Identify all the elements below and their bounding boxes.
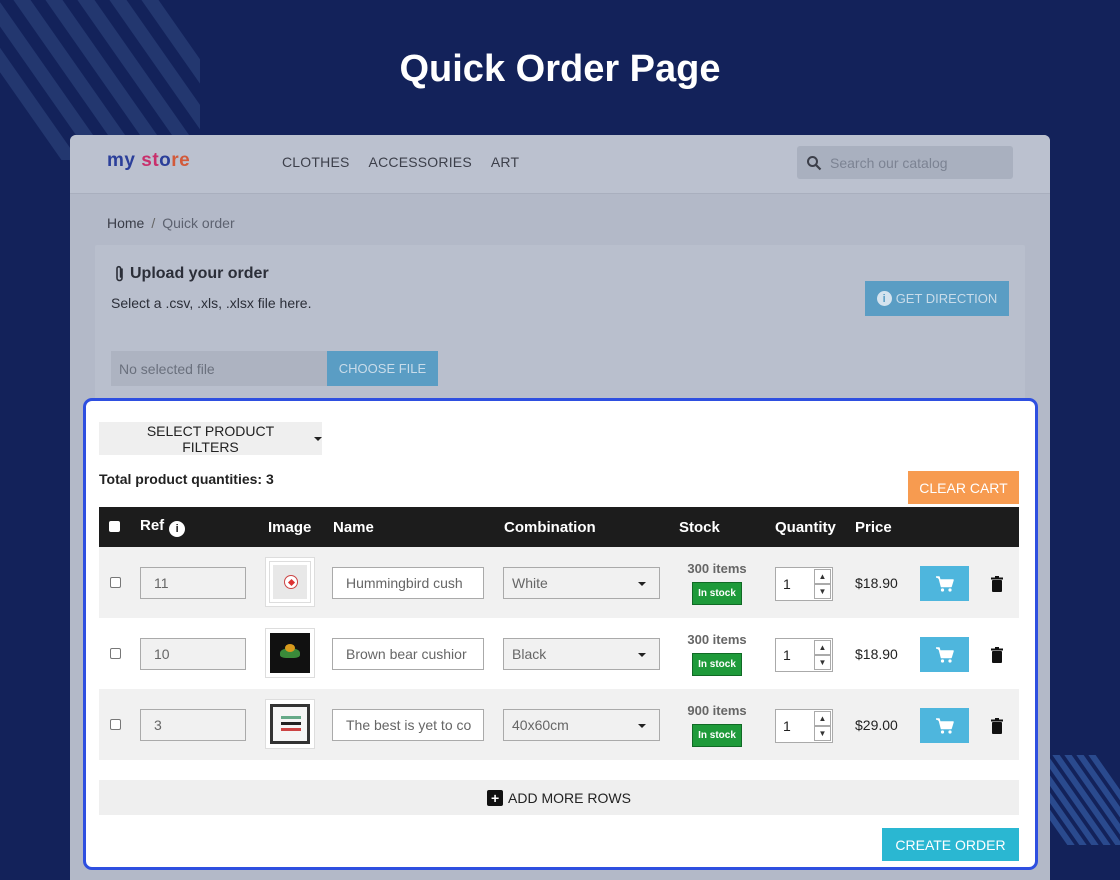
breadcrumb: Home / Quick order <box>107 215 235 231</box>
ref-input[interactable] <box>140 709 246 741</box>
total-quantities: Total product quantities: 3 <box>99 471 274 487</box>
product-name-input[interactable]: Hummingbird cush <box>332 567 484 599</box>
in-stock-badge: In stock <box>692 724 742 747</box>
product-image <box>265 628 315 678</box>
product-image <box>265 699 315 749</box>
table-row: The best is yet to co 40x60cm 900 items … <box>99 689 1019 760</box>
search-icon[interactable] <box>806 155 822 171</box>
caret-down-icon <box>638 724 646 728</box>
increment-icon[interactable]: ▲ <box>814 640 831 655</box>
in-stock-badge: In stock <box>692 582 742 605</box>
table-header: Ref i Image Name Combination Stock Quanti… <box>99 507 1019 547</box>
choose-file-button[interactable]: CHOOSE FILE <box>327 351 438 386</box>
quantity-stepper[interactable]: 1 ▲ ▼ <box>775 709 833 743</box>
caret-down-icon <box>638 653 646 657</box>
increment-icon[interactable]: ▲ <box>814 569 831 584</box>
product-name-input[interactable]: The best is yet to co <box>332 709 484 741</box>
nav-item-art[interactable]: ART <box>491 154 519 170</box>
cart-icon <box>935 575 954 592</box>
decorative-stripes-bottom-right <box>1040 755 1120 845</box>
price: $18.90 <box>855 646 898 662</box>
add-to-cart-button[interactable] <box>920 708 969 743</box>
search-box <box>797 146 1013 179</box>
caret-down-icon <box>638 582 646 586</box>
quantity-stepper[interactable]: 1 ▲ ▼ <box>775 638 833 672</box>
plus-icon: + <box>487 789 504 806</box>
breadcrumb-home[interactable]: Home <box>107 215 144 231</box>
stock-count: 300 items <box>687 561 747 576</box>
row-checkbox[interactable] <box>110 719 121 730</box>
combination-select[interactable]: 40x60cm <box>503 709 660 741</box>
add-more-rows-button[interactable]: + ADD MORE ROWS <box>99 780 1019 815</box>
select-all-checkbox[interactable] <box>109 521 120 532</box>
trash-icon[interactable] <box>988 575 1006 593</box>
stock-count: 300 items <box>687 632 747 647</box>
ref-input[interactable] <box>140 567 246 599</box>
quantity-value[interactable]: 1 <box>783 718 791 734</box>
paperclip-icon <box>116 265 123 282</box>
breadcrumb-separator: / <box>151 215 156 231</box>
product-image <box>265 557 315 607</box>
trash-icon[interactable] <box>988 646 1006 664</box>
cart-icon <box>935 717 954 734</box>
column-stock: Stock <box>679 519 720 536</box>
column-combination: Combination <box>504 519 596 536</box>
column-ref: Ref i <box>140 517 186 537</box>
store-logo[interactable]: my store <box>107 150 190 172</box>
decrement-icon[interactable]: ▼ <box>814 726 831 741</box>
column-name: Name <box>333 519 374 536</box>
store-header: my store CLOTHES ACCESSORIES ART <box>70 135 1050 194</box>
clear-cart-button[interactable]: CLEAR CART <box>908 471 1019 504</box>
add-to-cart-button[interactable] <box>920 637 969 672</box>
table-row: Brown bear cushior Black 300 items In st… <box>99 618 1019 689</box>
price: $29.00 <box>855 717 898 733</box>
breadcrumb-current: Quick order <box>162 215 235 231</box>
row-checkbox[interactable] <box>110 577 121 588</box>
info-icon: i <box>876 291 892 306</box>
nav-item-clothes[interactable]: CLOTHES <box>282 154 350 170</box>
select-product-filters-dropdown[interactable]: SELECT PRODUCT FILTERS <box>99 422 322 455</box>
decrement-icon[interactable]: ▼ <box>814 584 831 599</box>
page-title: Quick Order Page <box>399 48 721 90</box>
stock-count: 900 items <box>687 703 747 718</box>
nav-item-accessories[interactable]: ACCESSORIES <box>369 154 472 170</box>
combination-select[interactable]: White <box>503 567 660 599</box>
row-checkbox[interactable] <box>110 648 121 659</box>
main-nav: CLOTHES ACCESSORIES ART <box>282 154 519 170</box>
column-quantity: Quantity <box>775 519 836 536</box>
column-image: Image <box>268 519 312 536</box>
search-input[interactable] <box>830 154 1000 171</box>
upload-subtitle: Select a .csv, .xls, .xlsx file here. <box>111 295 312 311</box>
trash-icon[interactable] <box>988 717 1006 735</box>
upload-title: Upload your order <box>113 265 269 283</box>
quantity-value[interactable]: 1 <box>783 576 791 592</box>
decrement-icon[interactable]: ▼ <box>814 655 831 670</box>
in-stock-badge: In stock <box>692 653 742 676</box>
upload-panel: Upload your order Select a .csv, .xls, .… <box>95 245 1025 415</box>
quantity-value[interactable]: 1 <box>783 647 791 663</box>
info-icon[interactable]: i <box>169 521 186 537</box>
create-order-button[interactable]: CREATE ORDER <box>882 828 1019 861</box>
file-name-field[interactable]: No selected file <box>111 351 327 386</box>
table-row: Hummingbird cush White 300 items In stoc… <box>99 547 1019 618</box>
cart-icon <box>935 646 954 663</box>
quick-order-card: SELECT PRODUCT FILTERS Total product qua… <box>83 398 1038 870</box>
price: $18.90 <box>855 575 898 591</box>
quantity-stepper[interactable]: 1 ▲ ▼ <box>775 567 833 601</box>
increment-icon[interactable]: ▲ <box>814 711 831 726</box>
caret-down-icon <box>314 436 322 441</box>
ref-input[interactable] <box>140 638 246 670</box>
product-name-input[interactable]: Brown bear cushior <box>332 638 484 670</box>
combination-select[interactable]: Black <box>503 638 660 670</box>
column-price: Price <box>855 519 892 536</box>
add-to-cart-button[interactable] <box>920 566 969 601</box>
get-direction-button[interactable]: i GET DIRECTION <box>865 281 1009 316</box>
